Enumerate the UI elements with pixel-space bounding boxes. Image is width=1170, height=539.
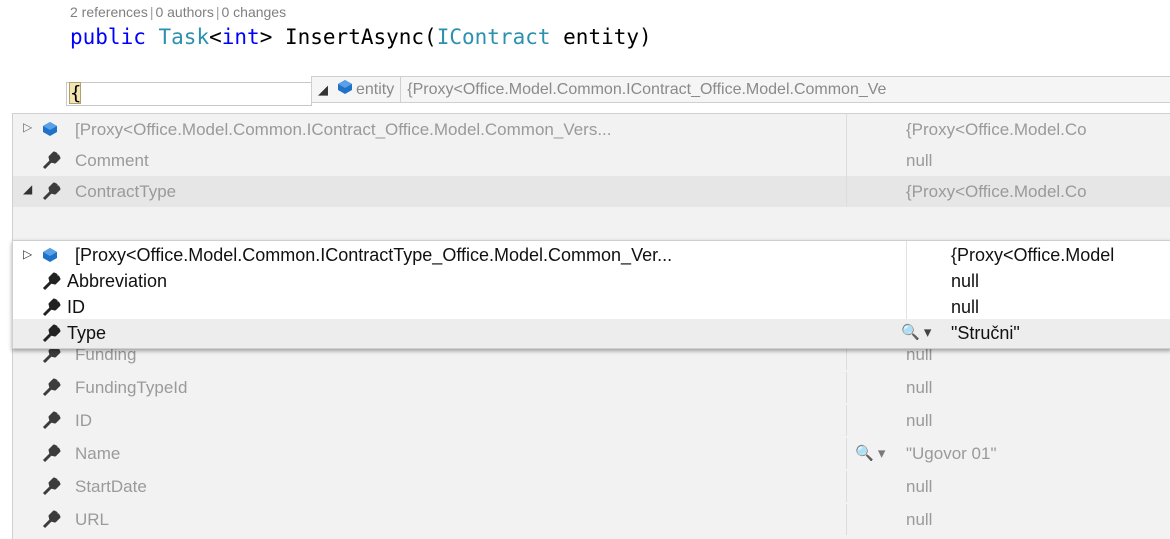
row-value: null bbox=[951, 297, 980, 317]
open-brace[interactable]: { bbox=[69, 82, 81, 104]
object-icon bbox=[41, 120, 61, 140]
wrench-icon bbox=[41, 378, 61, 398]
datatip-row[interactable]: Type 🔍 ▾ "Stručni" bbox=[13, 319, 1170, 348]
wrench-icon bbox=[41, 510, 61, 530]
type-task: Task bbox=[158, 25, 210, 49]
datatip-row[interactable]: ◢ ContractType {Proxy<Office.Model.Co bbox=[13, 176, 1170, 207]
row-value: {Proxy<Office.Model.Co bbox=[906, 182, 1087, 201]
row-label: ID bbox=[67, 297, 85, 317]
row-value: null bbox=[906, 477, 933, 496]
wrench-icon bbox=[41, 298, 61, 318]
wrench-icon bbox=[41, 411, 61, 431]
row-label: ContractType bbox=[75, 182, 177, 201]
datatip-row[interactable]: StartDate null bbox=[13, 471, 1170, 502]
datatip-row[interactable]: ID null bbox=[13, 405, 1170, 436]
datatip-row[interactable]: URL null bbox=[13, 504, 1170, 535]
name-cell bbox=[13, 438, 847, 469]
datatip-row[interactable]: Comment null bbox=[13, 145, 1170, 176]
datatip-row[interactable]: ▷ [Proxy<Office.Model.Common.IContractTy… bbox=[13, 241, 1170, 270]
generic-open: < bbox=[209, 25, 222, 49]
generic-close: > bbox=[259, 25, 273, 49]
wrench-icon bbox=[41, 444, 61, 464]
datatip-row[interactable]: ID null bbox=[13, 293, 1170, 322]
type-param: IContract bbox=[436, 25, 551, 49]
wrench-icon bbox=[41, 182, 61, 202]
codelens: 2 references | 0 authors | 0 changes bbox=[70, 4, 286, 20]
magnifier-visualizer-icon[interactable]: 🔍 ▾ bbox=[901, 323, 931, 341]
datatip-header[interactable]: ◢ entity {Proxy<Office.Model.Common.ICon… bbox=[311, 76, 1170, 103]
row-label: Type bbox=[67, 323, 107, 343]
row-label: URL bbox=[75, 510, 110, 529]
datatip-row[interactable]: Abbreviation null bbox=[13, 267, 1170, 296]
param-name: entity) bbox=[550, 25, 652, 49]
row-value: null bbox=[906, 151, 933, 170]
datatip-row[interactable]: Name 🔍 ▾ "Ugovor 01" bbox=[13, 438, 1170, 469]
magnifier-visualizer-icon[interactable]: 🔍 ▾ bbox=[855, 444, 885, 462]
codelens-changes[interactable]: 0 changes bbox=[221, 4, 286, 20]
row-label: [Proxy<Office.Model.Common.IContractType… bbox=[75, 245, 673, 265]
datatip-row[interactable]: FundingTypeId null bbox=[13, 372, 1170, 403]
row-label: Comment bbox=[75, 151, 149, 170]
row-value: "Ugovor 01" bbox=[906, 444, 997, 463]
row-label: FundingTypeId bbox=[75, 378, 188, 397]
row-value: {Proxy<Office.Model.Co bbox=[906, 120, 1087, 139]
row-value: "Stručni" bbox=[951, 323, 1020, 343]
datatip-nested-grid: ▷ [Proxy<Office.Model.Common.IContractTy… bbox=[12, 240, 1170, 349]
row-value: null bbox=[906, 411, 933, 430]
object-icon bbox=[336, 78, 354, 101]
expand-triangle-icon[interactable]: ▷ bbox=[23, 247, 32, 261]
expand-triangle-icon[interactable]: ▷ bbox=[23, 120, 32, 134]
row-value: {Proxy<Office.Model bbox=[951, 245, 1115, 265]
row-value: null bbox=[951, 271, 980, 291]
current-line[interactable]: { bbox=[66, 82, 312, 106]
keyword-public: public bbox=[70, 25, 146, 49]
row-value: null bbox=[906, 378, 933, 397]
wrench-icon bbox=[41, 151, 61, 171]
wrench-icon bbox=[41, 272, 61, 292]
row-label: [Proxy<Office.Model.Common.IContract_Off… bbox=[75, 120, 612, 139]
method-name: InsertAsync( bbox=[272, 25, 437, 49]
datatip-variable-name: entity bbox=[354, 77, 402, 102]
codelens-references[interactable]: 2 references bbox=[70, 4, 148, 20]
method-signature: public Task<int> InsertAsync(IContract e… bbox=[70, 22, 652, 52]
codelens-authors[interactable]: 0 authors bbox=[155, 4, 213, 20]
collapse-triangle-icon[interactable]: ◢ bbox=[23, 182, 32, 196]
wrench-icon bbox=[41, 477, 61, 497]
collapse-triangle-icon[interactable]: ◢ bbox=[318, 82, 328, 98]
row-label: ID bbox=[75, 411, 92, 430]
row-value: null bbox=[906, 510, 933, 529]
keyword-int: int bbox=[221, 25, 260, 49]
wrench-icon bbox=[41, 324, 61, 344]
object-icon bbox=[41, 246, 61, 266]
datatip-variable-value: {Proxy<Office.Model.Common.IContract_Off… bbox=[407, 80, 887, 98]
row-label: StartDate bbox=[75, 477, 147, 496]
row-label: Abbreviation bbox=[67, 271, 168, 291]
name-cell bbox=[13, 405, 847, 436]
datatip-row[interactable]: ▷ [Proxy<Office.Model.Common.IContract_O… bbox=[13, 114, 1170, 145]
name-cell bbox=[13, 504, 847, 535]
row-label: Name bbox=[75, 444, 121, 463]
